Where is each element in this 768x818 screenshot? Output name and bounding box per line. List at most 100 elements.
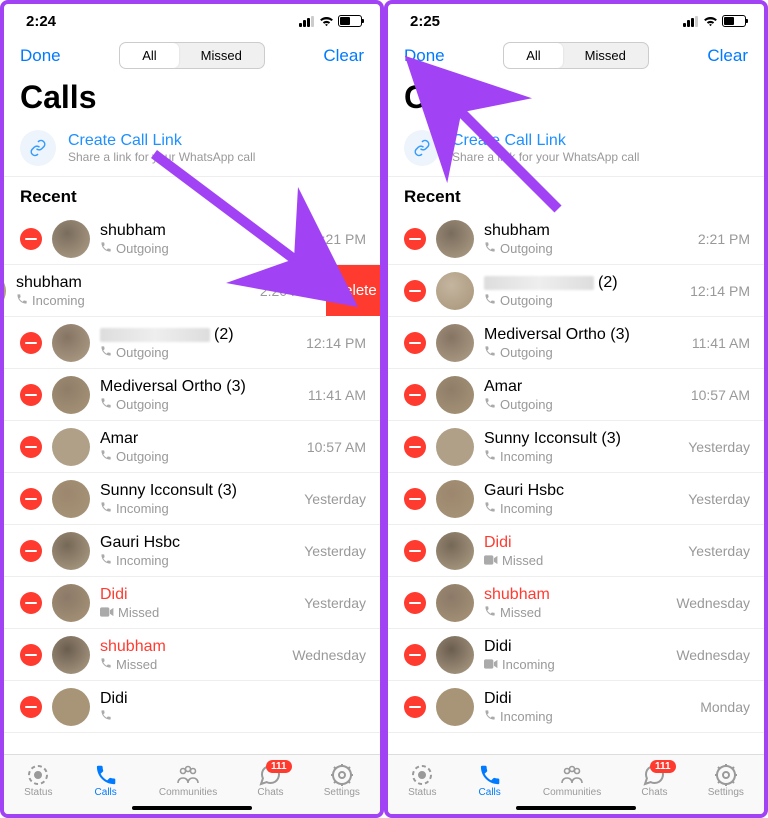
video-icon xyxy=(484,657,498,672)
delete-minus-button[interactable] xyxy=(404,332,426,354)
segment-missed[interactable]: Missed xyxy=(563,43,648,68)
call-row[interactable]: DidiMissedYesterday xyxy=(388,525,764,577)
signal-icon xyxy=(299,16,315,27)
call-time: Yesterday xyxy=(688,439,750,455)
create-call-link-row[interactable]: Create Call LinkShare a link for your Wh… xyxy=(4,122,380,177)
clock: 2:25 xyxy=(410,13,440,30)
delete-minus-button[interactable] xyxy=(20,488,42,510)
delete-minus-button[interactable] xyxy=(20,644,42,666)
delete-minus-button[interactable] xyxy=(404,384,426,406)
call-row[interactable]: Mediversal Ortho (3)Outgoing11:41 AM xyxy=(388,317,764,369)
call-row[interactable]: (2)Outgoing12:14 PM xyxy=(4,317,380,369)
call-row[interactable]: DidiIncomingMonday xyxy=(388,681,764,733)
clear-button[interactable]: Clear xyxy=(707,46,748,66)
call-time: Yesterday xyxy=(304,491,366,507)
call-row[interactable]: Sunny Icconsult (3)IncomingYesterday xyxy=(388,421,764,473)
call-time: 10:57 AM xyxy=(691,387,750,403)
contact-name: Amar xyxy=(484,377,522,396)
status-icon xyxy=(25,764,51,786)
clock: 2:24 xyxy=(26,13,56,30)
filter-segment: AllMissed xyxy=(503,42,649,69)
create-call-link-row[interactable]: Create Call LinkShare a link for your Wh… xyxy=(388,122,764,177)
avatar xyxy=(436,532,474,570)
call-row[interactable]: shubhamOutgoing2:21 PM xyxy=(388,213,764,265)
call-time: 2:21 PM xyxy=(698,231,750,247)
call-direction: Outgoing xyxy=(500,345,553,360)
avatar xyxy=(436,428,474,466)
create-call-link-sub: Share a link for your WhatsApp call xyxy=(68,150,255,164)
delete-minus-button[interactable] xyxy=(20,696,42,718)
call-row[interactable]: shubhamMissedWednesday xyxy=(4,629,380,681)
tab-settings[interactable]: Settings xyxy=(708,764,744,798)
segment-all[interactable]: All xyxy=(120,43,178,68)
page-title: Calls xyxy=(4,75,380,122)
tab-status[interactable]: Status xyxy=(24,764,52,798)
tab-calls[interactable]: Calls xyxy=(477,764,503,798)
tab-chats[interactable]: 111Chats xyxy=(257,764,283,798)
call-row[interactable]: shubhamMissedWednesday xyxy=(388,577,764,629)
tab-settings[interactable]: Settings xyxy=(324,764,360,798)
call-row[interactable]: Gauri HsbcIncomingYesterday xyxy=(4,525,380,577)
call-row[interactable]: AmarOutgoing10:57 AM xyxy=(4,421,380,473)
avatar xyxy=(52,532,90,570)
delete-minus-button[interactable] xyxy=(404,280,426,302)
avatar xyxy=(52,636,90,674)
phone-icon xyxy=(100,501,112,516)
tab-bar: Status Calls Communities 111Chats Settings xyxy=(4,754,380,814)
delete-minus-button[interactable] xyxy=(20,592,42,614)
link-icon xyxy=(404,130,440,166)
nav-bar: Done AllMissed Clear xyxy=(388,34,764,75)
avatar xyxy=(52,376,90,414)
phone-icon xyxy=(100,449,112,464)
call-row[interactable]: AmarOutgoing10:57 AM xyxy=(388,369,764,421)
delete-minus-button[interactable] xyxy=(404,488,426,510)
call-row[interactable]: Mediversal Ortho (3)Outgoing11:41 AM xyxy=(4,369,380,421)
tab-chats[interactable]: 111Chats xyxy=(641,764,667,798)
call-row[interactable]: (2)Outgoing12:14 PM xyxy=(388,265,764,317)
delete-minus-button[interactable] xyxy=(404,644,426,666)
delete-minus-button[interactable] xyxy=(20,384,42,406)
call-row[interactable]: Didi xyxy=(4,681,380,733)
call-row[interactable]: Gauri HsbcIncomingYesterday xyxy=(388,473,764,525)
call-direction: Outgoing xyxy=(500,241,553,256)
phone-icon xyxy=(484,241,496,256)
tab-bar: Status Calls Communities 111Chats Settings xyxy=(388,754,764,814)
tab-calls[interactable]: Calls xyxy=(93,764,119,798)
segment-all[interactable]: All xyxy=(504,43,562,68)
delete-minus-button[interactable] xyxy=(404,696,426,718)
contact-name: Didi xyxy=(484,533,512,552)
delete-minus-button[interactable] xyxy=(404,592,426,614)
contact-name: Gauri Hsbc xyxy=(100,533,180,552)
segment-missed[interactable]: Missed xyxy=(179,43,264,68)
delete-minus-button[interactable] xyxy=(20,332,42,354)
delete-button[interactable]: Delete xyxy=(326,265,380,316)
tab-communities[interactable]: Communities xyxy=(543,764,601,798)
video-icon xyxy=(484,553,498,568)
delete-minus-button[interactable] xyxy=(404,436,426,458)
call-time: Yesterday xyxy=(304,543,366,559)
done-button[interactable]: Done xyxy=(404,46,445,66)
call-row[interactable]: shubhamOutgoing2:21 PM xyxy=(4,213,380,265)
delete-minus-button[interactable] xyxy=(20,228,42,250)
contact-name: Mediversal Ortho (3) xyxy=(100,377,246,396)
signal-icon xyxy=(683,16,699,27)
call-time: 12:14 PM xyxy=(690,283,750,299)
phone-screen: 2:25 Done AllMissed Clear Calls Create Call L… xyxy=(384,0,768,818)
delete-minus-button[interactable] xyxy=(20,540,42,562)
call-row[interactable]: Sunny Icconsult (3)IncomingYesterday xyxy=(4,473,380,525)
tab-status[interactable]: Status xyxy=(408,764,436,798)
delete-minus-button[interactable] xyxy=(20,436,42,458)
clear-button[interactable]: Clear xyxy=(323,46,364,66)
call-row[interactable]: DidiMissedYesterday xyxy=(4,577,380,629)
tab-communities[interactable]: Communities xyxy=(159,764,217,798)
delete-minus-button[interactable] xyxy=(404,228,426,250)
contact-name: Didi xyxy=(484,637,512,656)
phone-screen: 2:24DoneAllMissedClearCallsCreate Call L… xyxy=(0,0,384,818)
call-row[interactable]: shubhamIncoming2:20 PMDelete xyxy=(4,265,326,317)
call-row[interactable]: DidiIncomingWednesday xyxy=(388,629,764,681)
delete-minus-button[interactable] xyxy=(404,540,426,562)
filter-segment: AllMissed xyxy=(119,42,265,69)
done-button[interactable]: Done xyxy=(20,46,61,66)
communities-icon xyxy=(559,764,585,786)
create-call-link-sub: Share a link for your WhatsApp call xyxy=(452,150,639,164)
